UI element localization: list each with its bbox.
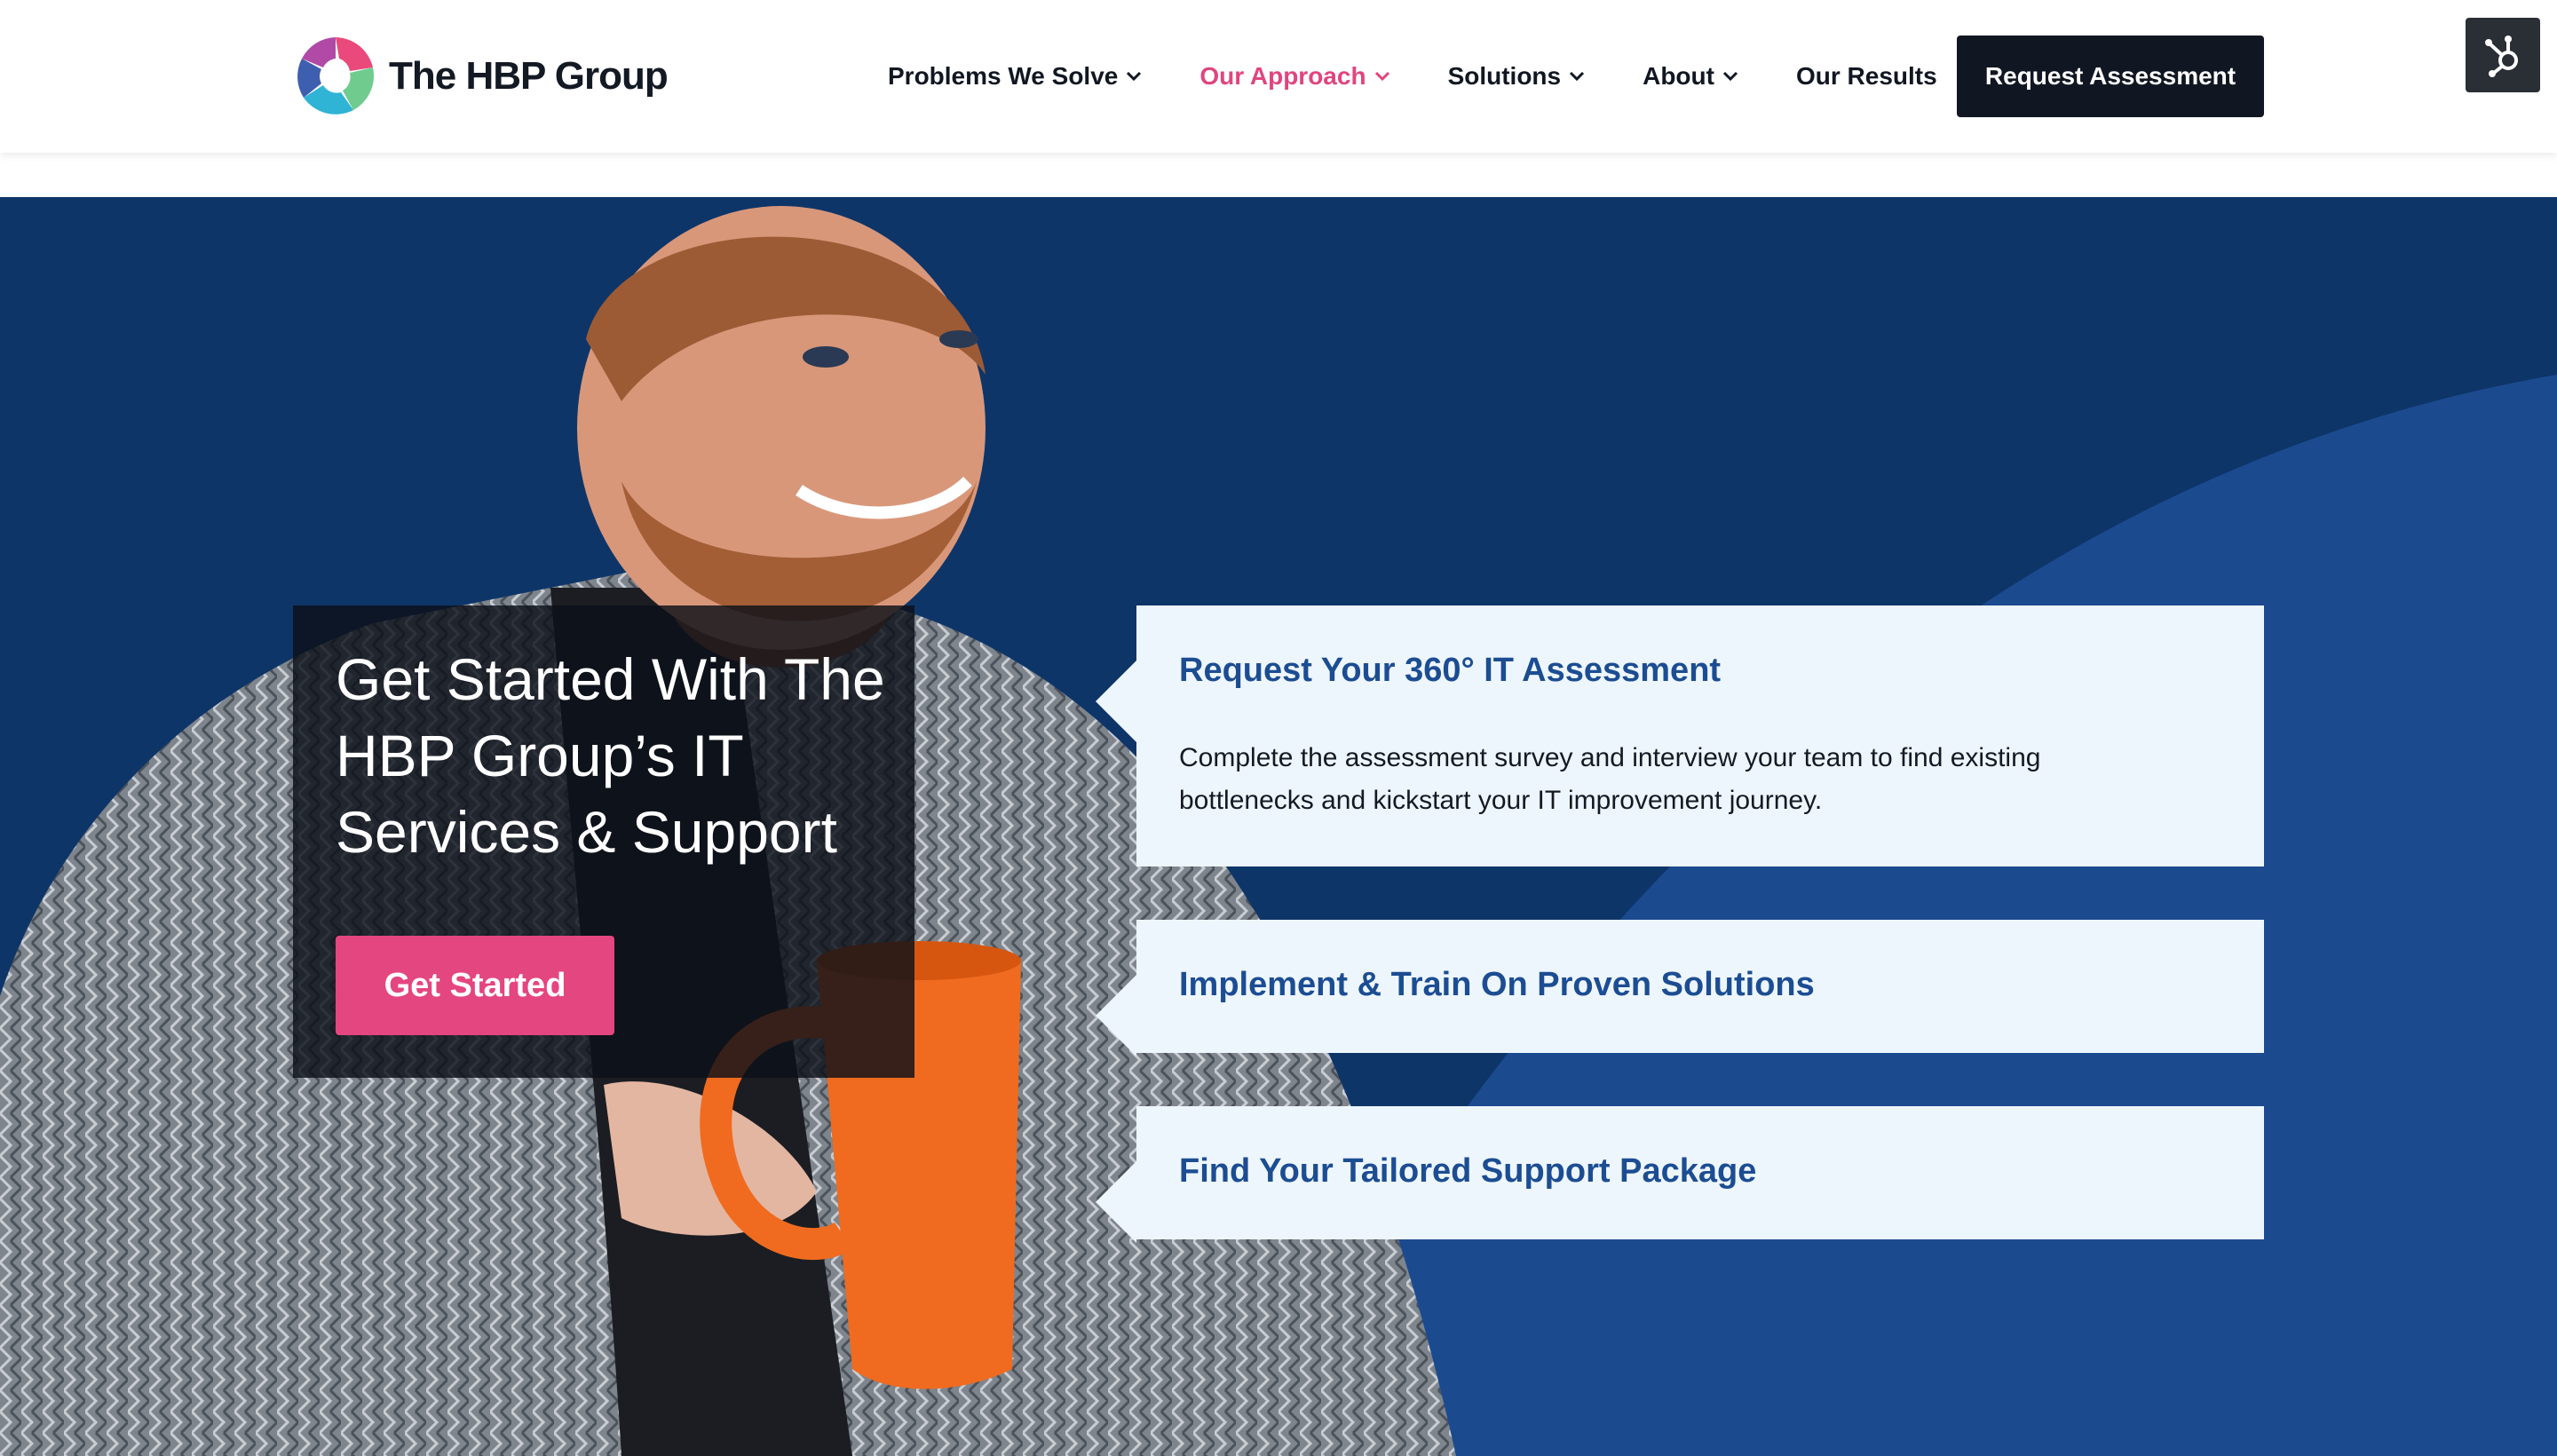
hubspot-icon[interactable]	[2466, 18, 2540, 92]
chevron-down-icon	[1127, 71, 1142, 82]
nav-our-results[interactable]: Our Results	[1796, 62, 1937, 91]
nav-problems-we-solve[interactable]: Problems We Solve	[888, 62, 1143, 91]
request-assessment-button[interactable]: Request Assessment	[1957, 36, 2264, 117]
step-card-support-package[interactable]: Find Your Tailored Support Package	[1096, 1106, 2264, 1243]
get-started-button[interactable]: Get Started	[336, 936, 614, 1035]
chevron-down-icon	[1374, 71, 1389, 82]
nav-label: Our Approach	[1199, 62, 1366, 90]
nav-solutions[interactable]: Solutions	[1448, 62, 1587, 91]
hero-section: Get Started With The HBP Group’s IT Serv…	[0, 197, 2557, 1456]
hubspot-sprocket-icon	[2485, 36, 2518, 77]
step-card-title: Find Your Tailored Support Package	[1179, 1152, 1757, 1190]
step-card-implement[interactable]: Implement & Train On Proven Solutions	[1096, 920, 2264, 1056]
chevron-down-icon	[1570, 71, 1585, 82]
site-header: The HBP Group Problems We Solve Our Appr…	[0, 0, 2557, 153]
hero-title: Get Started With The HBP Group’s IT Serv…	[336, 646, 885, 865]
chevron-down-icon	[1722, 71, 1738, 82]
logo-text: The HBP Group	[389, 54, 669, 98]
step-card-description: Complete the assessment survey and inter…	[1179, 743, 2041, 815]
hbp-logo-icon	[295, 36, 376, 117]
nav-our-approach[interactable]: Our Approach	[1199, 62, 1390, 91]
logo-link[interactable]: The HBP Group	[291, 32, 669, 121]
step-card-title: Request Your 360° IT Assessment	[1179, 652, 1722, 689]
nav-label: Our Results	[1795, 62, 1937, 90]
nav-label: About	[1643, 62, 1714, 90]
page: The HBP Group Problems We Solve Our Appr…	[0, 0, 2557, 1456]
main-nav: Problems We Solve Our Approach Solutions…	[888, 0, 1994, 153]
step-card-title: Implement & Train On Proven Solutions	[1179, 966, 1815, 1003]
nav-label: Problems We Solve	[888, 62, 1119, 90]
nav-about[interactable]: About	[1643, 62, 1739, 91]
step-card-assessment[interactable]: Request Your 360° IT Assessment Complete…	[1096, 605, 2264, 866]
nav-label: Solutions	[1447, 62, 1562, 90]
